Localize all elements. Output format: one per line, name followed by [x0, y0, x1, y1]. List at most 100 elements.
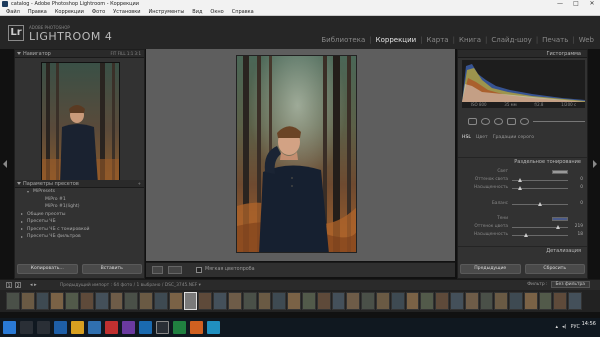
filmstrip-thumbnail[interactable]: [449, 292, 464, 310]
spot-removal-icon[interactable]: [481, 118, 490, 125]
filmstrip-thumbnail[interactable]: [50, 292, 65, 310]
navigator-header[interactable]: Навигатор FIT FILL 1:1 3:1: [15, 50, 144, 58]
menu-tools[interactable]: Инструменты: [145, 8, 189, 15]
slider-value[interactable]: 0: [580, 185, 583, 190]
media-app-icon[interactable]: [105, 321, 118, 334]
filmstrip-thumbnail[interactable]: [523, 292, 538, 310]
filmstrip-thumbnail[interactable]: [346, 292, 361, 310]
filmstrip-thumbnail[interactable]: [361, 292, 375, 310]
filmstrip[interactable]: [0, 290, 600, 312]
filmstrip-thumbnail[interactable]: [568, 292, 583, 310]
reset-button[interactable]: Сбросить: [524, 264, 585, 274]
close-button[interactable]: ✕: [584, 0, 600, 8]
menu-window[interactable]: Окно: [206, 8, 227, 15]
clock[interactable]: 14:56: [582, 321, 596, 327]
store-icon[interactable]: [88, 321, 101, 334]
navigator-preview[interactable]: [41, 62, 120, 183]
app-icon[interactable]: [173, 321, 186, 334]
module-slideshow[interactable]: Слайд-шоу: [489, 36, 533, 44]
module-web[interactable]: Web: [577, 36, 596, 44]
filmstrip-thumbnail[interactable]: [331, 292, 346, 310]
filmstrip-thumbnail[interactable]: [301, 292, 316, 310]
split-toning-header[interactable]: Раздельное тонирование: [458, 157, 587, 165]
menu-develop[interactable]: Коррекции: [51, 8, 88, 15]
slider-knob[interactable]: [518, 186, 522, 190]
filmstrip-thumbnail[interactable]: [509, 292, 523, 310]
maximize-button[interactable]: □: [568, 0, 584, 8]
loupe-view-icon[interactable]: [152, 266, 163, 274]
filmstrip-thumbnail[interactable]: [272, 292, 287, 310]
slider-value[interactable]: 0: [580, 201, 583, 206]
filmstrip-thumbnail[interactable]: [287, 292, 301, 310]
explorer-icon[interactable]: [71, 321, 84, 334]
filmstrip-thumbnail[interactable]: [390, 292, 405, 310]
filmstrip-thumbnail[interactable]: [124, 292, 139, 310]
copy-button[interactable]: Копировать...: [17, 264, 78, 274]
menu-file[interactable]: Файл: [2, 8, 24, 15]
filmstrip-thumbnail[interactable]: [213, 292, 227, 310]
filmstrip-thumbnail[interactable]: [420, 292, 435, 310]
menu-help[interactable]: Справка: [228, 8, 258, 15]
preset-folder[interactable]: Общие пресеты: [15, 211, 144, 219]
filmstrip-thumbnail[interactable]: [242, 292, 257, 310]
add-preset-icon[interactable]: +: [138, 181, 141, 186]
graduated-filter-icon[interactable]: [507, 118, 516, 125]
filmstrip-thumbnail[interactable]: [20, 292, 35, 310]
primary-display-button[interactable]: 1: [6, 282, 12, 288]
soft-proof-checkbox[interactable]: [196, 267, 202, 273]
slider-value[interactable]: 0: [580, 177, 583, 182]
slider-knob[interactable]: [538, 202, 542, 206]
main-photo[interactable]: [236, 55, 357, 253]
highlights-swatch[interactable]: [552, 170, 568, 174]
zoom-options[interactable]: FIT FILL 1:1 3:1: [110, 51, 141, 56]
tab-grayscale[interactable]: Градации серого: [493, 135, 534, 140]
filmstrip-thumbnail[interactable]: [35, 292, 50, 310]
menu-view[interactable]: Вид: [188, 8, 206, 15]
edge-icon[interactable]: [54, 321, 67, 334]
red-eye-icon[interactable]: [494, 118, 503, 125]
left-panel-toggle-icon[interactable]: [3, 160, 7, 168]
photoshop-icon[interactable]: [139, 321, 152, 334]
slider-knob[interactable]: [518, 178, 522, 182]
slider-knob[interactable]: [556, 225, 560, 229]
slider-value[interactable]: 219: [575, 224, 583, 229]
paste-button[interactable]: Вставить: [81, 264, 142, 274]
secondary-display-button[interactable]: 2: [15, 282, 21, 288]
filmstrip-thumbnail[interactable]: [375, 292, 390, 310]
filmstrip-thumbnail[interactable]: [65, 292, 79, 310]
slider-knob[interactable]: [524, 233, 528, 237]
app-icon[interactable]: [190, 321, 203, 334]
filmstrip-thumbnail[interactable]: [405, 292, 420, 310]
language-indicator[interactable]: РУС: [570, 324, 580, 330]
preset-folder[interactable]: Пресеты ЧБ с тонировкой: [15, 226, 144, 234]
menu-photo[interactable]: Фото: [88, 8, 109, 15]
histogram-header[interactable]: Гистограмма: [458, 50, 587, 58]
module-library[interactable]: Библиотека: [319, 36, 367, 44]
slider-track[interactable]: [512, 235, 568, 236]
search-icon[interactable]: [20, 321, 33, 334]
filmstrip-thumbnail[interactable]: [109, 292, 124, 310]
filmstrip-thumbnail[interactable]: [79, 292, 94, 310]
filmstrip-thumbnail[interactable]: [553, 292, 568, 310]
filmstrip-thumbnail[interactable]: [153, 292, 168, 310]
volume-icon[interactable]: ◂): [562, 324, 566, 330]
minimize-button[interactable]: —: [552, 0, 568, 8]
preset-folder[interactable]: Пресеты ЧБ фильтров: [15, 233, 144, 241]
module-map[interactable]: Карта: [425, 36, 451, 44]
lightroom-taskbar-icon[interactable]: [156, 321, 169, 334]
filmstrip-thumbnail[interactable]: [94, 292, 109, 310]
shadows-swatch[interactable]: [552, 217, 568, 221]
windows-start-icon[interactable]: [3, 321, 16, 334]
presets-header[interactable]: Параметры пресетов +: [15, 180, 144, 188]
preset-folder[interactable]: Пресеты ЧБ: [15, 218, 144, 226]
preset-item[interactable]: MiPro #1(light): [15, 203, 144, 211]
slider-value[interactable]: 18: [578, 232, 583, 237]
tool-slider[interactable]: [533, 121, 585, 122]
tab-hsl[interactable]: HSL: [462, 135, 471, 140]
app-icon[interactable]: [207, 321, 220, 334]
filmstrip-thumbnail[interactable]: [435, 292, 449, 310]
module-print[interactable]: Печать: [540, 36, 570, 44]
filmstrip-thumbnail[interactable]: [139, 292, 153, 310]
menu-settings[interactable]: Установки: [109, 8, 144, 15]
photo-canvas[interactable]: [146, 49, 455, 261]
